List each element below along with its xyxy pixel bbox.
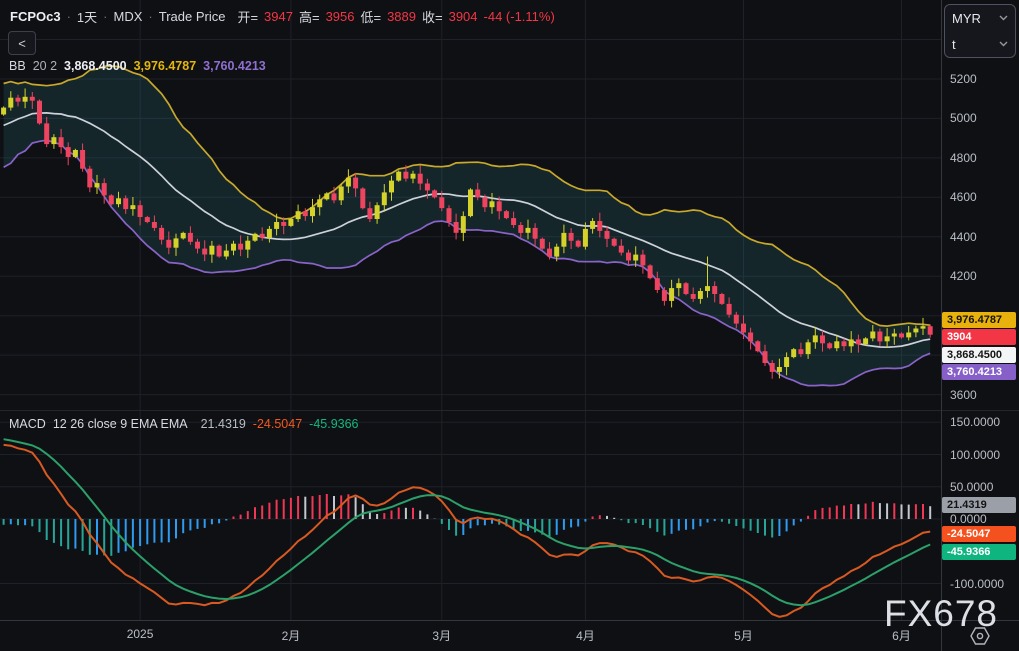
chart-canvas[interactable] bbox=[0, 0, 941, 620]
axis-tick: 4200 bbox=[950, 269, 977, 284]
axis-tick: 100.0000 bbox=[950, 447, 1001, 462]
hexagon-settings-icon[interactable] bbox=[969, 626, 991, 646]
pane-separator[interactable] bbox=[0, 410, 1019, 411]
open-value: 3947 bbox=[264, 9, 293, 24]
time-tick: 5月 bbox=[734, 629, 753, 643]
low-label: 低= bbox=[360, 10, 382, 25]
axis-tick: 150.0000 bbox=[950, 415, 1001, 430]
price-axis-panel[interactable]: 5200 5000 4800 4600 4400 4200 3600 150.0000 100.… bbox=[941, 0, 1019, 651]
macd-signal-value: -45.9366 bbox=[309, 417, 359, 431]
bb-upper-value: 3,976.4787 bbox=[133, 59, 197, 73]
back-arrow-icon: < bbox=[18, 35, 26, 51]
low-value: 3889 bbox=[387, 9, 416, 24]
change-value: -44 (-1.11%) bbox=[483, 9, 555, 24]
high-label: 高= bbox=[298, 10, 320, 25]
bb-basis-tag: 3,868.4500 bbox=[942, 346, 1016, 363]
interval-label[interactable]: 1天 bbox=[77, 7, 97, 26]
axis-tick: 50.0000 bbox=[950, 479, 994, 494]
separator-dot: · bbox=[148, 9, 153, 24]
time-tick: 2月 bbox=[281, 629, 301, 643]
bb-indicator-legend[interactable]: BB 20 2 3,868.4500 3,976.4787 3,760.4213 bbox=[9, 59, 266, 73]
high-value: 3956 bbox=[325, 9, 355, 24]
axis-tick: -100.0000 bbox=[950, 576, 1005, 591]
macd-line-value: -24.5047 bbox=[252, 417, 303, 431]
unit-value: t bbox=[952, 36, 956, 52]
macd-name: MACD bbox=[9, 417, 46, 431]
last-price-tag: 3904 bbox=[942, 329, 1016, 346]
axis-vertical-divider bbox=[941, 0, 942, 651]
close-value: 3904 bbox=[448, 9, 478, 24]
back-button[interactable]: < bbox=[8, 31, 36, 55]
macd-line-tag: -24.5047 bbox=[942, 526, 1016, 543]
series-type-label: Trade Price bbox=[158, 9, 226, 24]
unit-dropdown[interactable]: t bbox=[945, 31, 1015, 57]
exchange-label: MDX bbox=[113, 9, 143, 24]
bb-lower-tag: 3,760.4213 bbox=[942, 364, 1016, 381]
close-label: 收= bbox=[422, 10, 443, 25]
bb-params: 20 2 bbox=[32, 59, 58, 73]
time-axis[interactable]: 2025 2月 3月 4月 5月 6月 bbox=[0, 621, 941, 651]
symbol-name[interactable]: FCPOc3 bbox=[10, 9, 61, 24]
time-tick: 3月 bbox=[432, 629, 452, 643]
bb-basis-value: 3,868.4500 bbox=[64, 59, 127, 73]
currency-unit-selector: MYR t bbox=[944, 4, 1016, 58]
chevron-down-icon bbox=[999, 15, 1008, 21]
axis-tick: 4600 bbox=[950, 190, 977, 205]
time-tick: 4月 bbox=[576, 629, 595, 643]
separator-dot: · bbox=[66, 9, 71, 24]
time-tick: 2025 bbox=[126, 627, 154, 641]
macd-signal-tag: -45.9366 bbox=[942, 543, 1016, 560]
axis-tick: 0.0000 bbox=[950, 512, 987, 526]
axis-tick: 4800 bbox=[950, 150, 977, 165]
trading-chart-window: FCPOc3 · 1天 · MDX · Trade Price 开= 3947 高… bbox=[0, 0, 1019, 651]
macd-indicator-legend[interactable]: MACD 12 26 close 9 EMA EMA 21.4319 -24.5… bbox=[9, 417, 359, 431]
separator-dot: · bbox=[103, 9, 108, 24]
bb-lower-value: 3,760.4213 bbox=[203, 59, 266, 73]
currency-dropdown[interactable]: MYR bbox=[945, 5, 1015, 31]
bb-name: BB bbox=[9, 59, 26, 73]
currency-value: MYR bbox=[952, 10, 981, 26]
hexagon-inner-circle bbox=[976, 632, 984, 640]
macd-hist-tag: 21.4319 bbox=[942, 496, 1016, 513]
bb-upper-tag: 3,976.4787 bbox=[942, 311, 1016, 328]
axis-tick: 5000 bbox=[950, 111, 977, 126]
macd-hist-value: 21.4319 bbox=[200, 417, 246, 431]
macd-params: 12 26 close 9 EMA EMA bbox=[52, 417, 188, 431]
chevron-down-icon bbox=[999, 41, 1008, 47]
open-label: 开= bbox=[237, 10, 259, 25]
axis-tick: 5200 bbox=[950, 71, 977, 86]
axis-tick: 4400 bbox=[950, 229, 977, 244]
axis-tick: 3600 bbox=[950, 387, 977, 402]
symbol-header: FCPOc3 · 1天 · MDX · Trade Price 开= 3947 高… bbox=[10, 7, 555, 26]
